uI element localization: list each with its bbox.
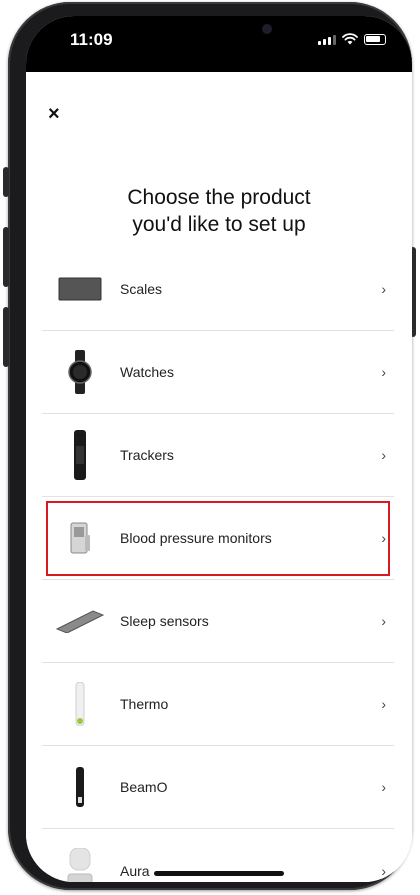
camera-icon	[262, 24, 272, 34]
battery-icon	[364, 34, 386, 45]
chevron-right-icon: ›	[381, 779, 386, 795]
side-button	[3, 167, 9, 197]
notch	[171, 16, 291, 46]
chevron-right-icon: ›	[381, 862, 386, 879]
product-label: Blood pressure monitors	[120, 530, 272, 546]
sleep-sensor-icon	[42, 591, 118, 651]
aura-icon	[42, 841, 118, 882]
status-bar: 11:09	[26, 16, 412, 72]
product-item-scales[interactable]: Scales ›	[42, 248, 394, 331]
blood-pressure-monitor-icon	[42, 508, 118, 568]
chevron-right-icon: ›	[381, 281, 386, 297]
tracker-icon	[42, 425, 118, 485]
product-item-sleep-sensors[interactable]: Sleep sensors ›	[42, 580, 394, 663]
product-item-beamo[interactable]: BeamO ›	[42, 746, 394, 829]
home-indicator[interactable]	[154, 871, 284, 876]
chevron-right-icon: ›	[381, 530, 386, 546]
beamo-icon	[42, 757, 118, 817]
title-line-2: you'd like to set up	[132, 213, 306, 236]
product-item-thermo[interactable]: Thermo ›	[42, 663, 394, 746]
page-title: Choose the product you'd like to set up	[26, 184, 412, 238]
product-label: Sleep sensors	[120, 613, 209, 629]
signal-icon	[318, 35, 336, 45]
thermometer-icon	[42, 674, 118, 734]
chevron-right-icon: ›	[381, 364, 386, 380]
close-icon[interactable]: ×	[48, 104, 60, 124]
product-label: Trackers	[120, 447, 174, 463]
volume-up-button	[3, 227, 9, 287]
product-item-watches[interactable]: Watches ›	[42, 331, 394, 414]
status-icons	[318, 33, 386, 45]
screen: 11:09 × Choose the product you'd like to…	[26, 16, 412, 882]
product-label: BeamO	[120, 779, 168, 795]
chevron-right-icon: ›	[381, 696, 386, 712]
product-label: Watches	[120, 364, 174, 380]
product-item-blood-pressure-monitors[interactable]: Blood pressure monitors ›	[42, 497, 394, 580]
wifi-icon	[342, 33, 358, 45]
chevron-right-icon: ›	[381, 447, 386, 463]
phone-frame: 11:09 × Choose the product you'd like to…	[3, 2, 416, 890]
title-line-1: Choose the product	[127, 186, 311, 209]
product-label: Thermo	[120, 696, 169, 712]
product-item-trackers[interactable]: Trackers ›	[42, 414, 394, 497]
chevron-right-icon: ›	[381, 613, 386, 629]
product-setup-sheet: × Choose the product you'd like to set u…	[26, 72, 412, 882]
product-list: Scales › Watches › Trackers › Blood pres…	[42, 248, 394, 882]
volume-down-button	[3, 307, 9, 367]
scale-icon	[42, 259, 118, 319]
product-label: Scales	[120, 281, 163, 297]
status-time: 11:09	[70, 30, 113, 49]
watch-icon	[42, 342, 118, 402]
